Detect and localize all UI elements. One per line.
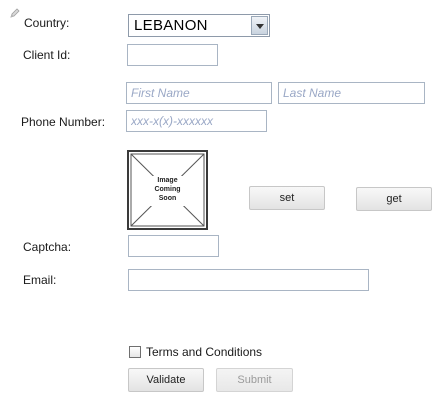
phone-number-label: Phone Number:: [21, 115, 106, 129]
set-button[interactable]: set: [249, 186, 325, 210]
last-name-input[interactable]: [278, 82, 425, 104]
submit-button[interactable]: Submit: [216, 368, 293, 392]
first-name-input[interactable]: [126, 82, 272, 104]
client-id-input[interactable]: [127, 44, 218, 66]
country-selected-value: LEBANON: [134, 17, 208, 34]
captcha-label: Captcha:: [23, 240, 72, 254]
country-select[interactable]: LEBANON: [128, 14, 270, 37]
country-label: Country:: [24, 16, 70, 30]
image-caption: Image Coming Soon: [154, 177, 181, 202]
get-button[interactable]: get: [356, 187, 432, 211]
chevron-down-icon[interactable]: [251, 16, 268, 35]
captcha-input[interactable]: [128, 235, 219, 257]
validate-button[interactable]: Validate: [128, 368, 204, 392]
pencil-icon: [9, 7, 21, 19]
terms-label[interactable]: Terms and Conditions: [146, 345, 262, 359]
email-input[interactable]: [128, 269, 369, 291]
email-label: Email:: [23, 273, 57, 287]
terms-checkbox[interactable]: [129, 346, 141, 358]
phone-number-input[interactable]: [126, 110, 267, 132]
client-id-label: Client Id:: [23, 48, 71, 62]
image-placeholder: Image Coming Soon: [127, 150, 208, 230]
